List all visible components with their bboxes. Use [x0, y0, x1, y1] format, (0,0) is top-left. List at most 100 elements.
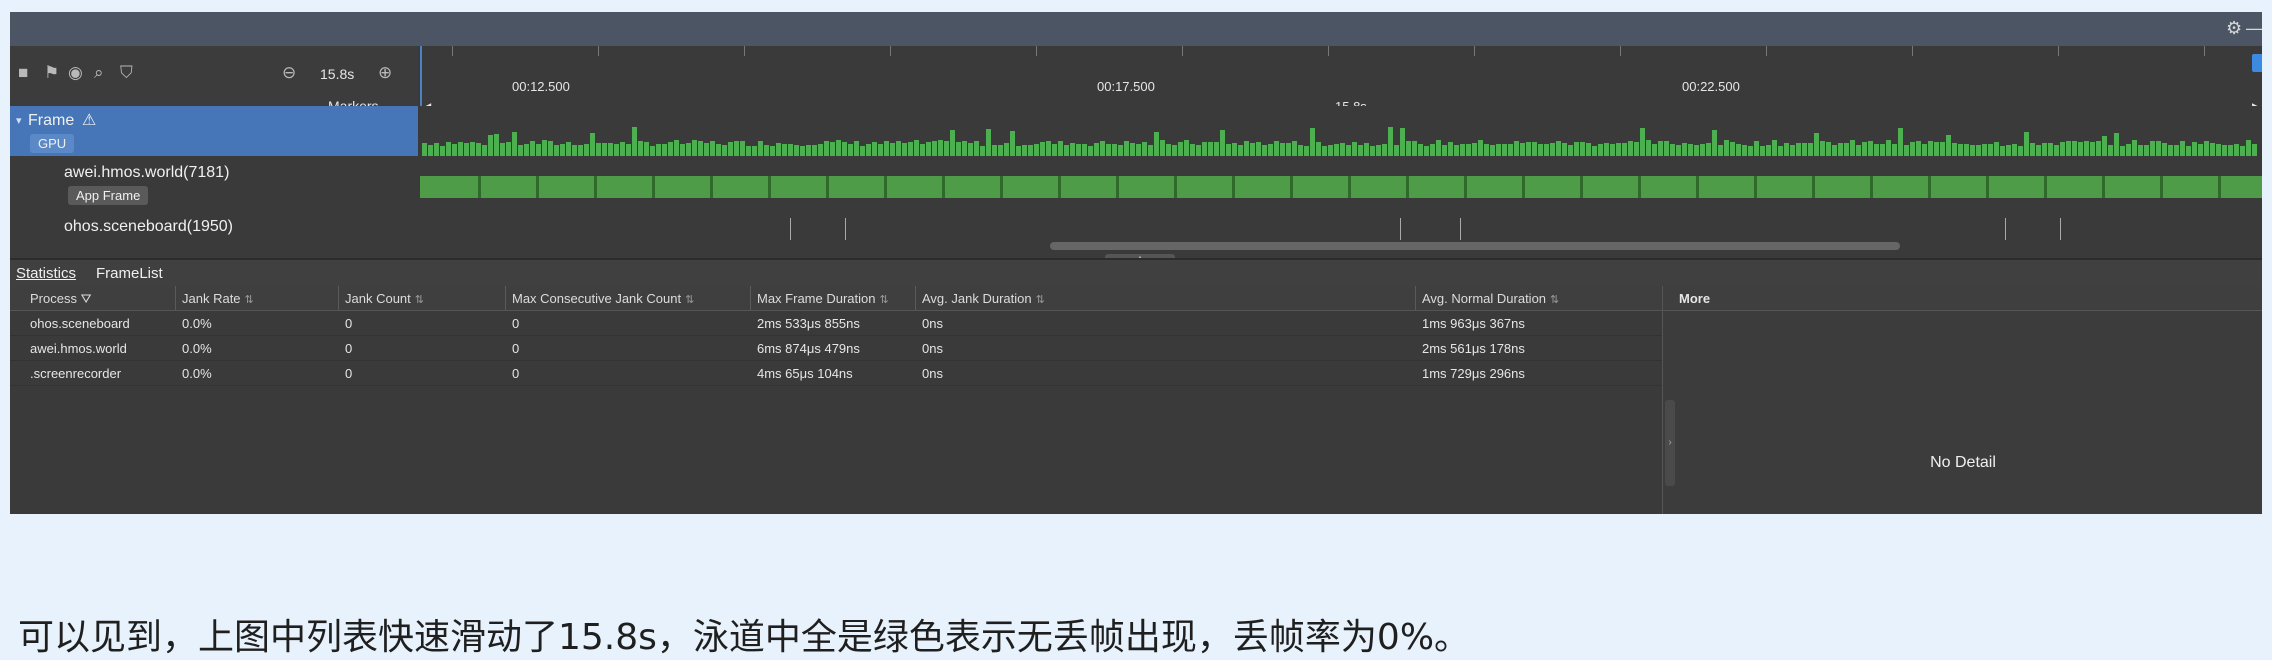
gpu-frame-bar[interactable]: [440, 146, 445, 156]
table-row[interactable]: ohos.sceneboard 0.0% 0 0 2ms 533μs 855ns…: [10, 310, 1662, 336]
gpu-frame-bar[interactable]: [1370, 146, 1375, 156]
gpu-frame-bar[interactable]: [1508, 144, 1513, 156]
gpu-frame-bar[interactable]: [572, 145, 577, 156]
gpu-frame-bar[interactable]: [1466, 144, 1471, 156]
gpu-frame-bar[interactable]: [740, 141, 745, 156]
gpu-frame-bar[interactable]: [530, 141, 535, 156]
col-process[interactable]: Process ⛛: [30, 291, 92, 307]
gpu-frame-bar[interactable]: [1634, 142, 1639, 156]
gpu-frame-bar[interactable]: [1700, 144, 1705, 156]
gpu-frame-bar[interactable]: [2066, 141, 2071, 156]
gpu-frame-bar[interactable]: [1574, 142, 1579, 156]
gpu-frame-bar[interactable]: [2078, 142, 2083, 156]
gpu-frame-bar[interactable]: [2174, 145, 2179, 156]
gpu-frame-bar[interactable]: [1484, 144, 1489, 156]
gpu-frame-bar[interactable]: [2222, 145, 2227, 156]
col-avg-normal-duration[interactable]: Avg. Normal Duration ⇅: [1422, 291, 1559, 306]
gpu-frame-bar[interactable]: [2006, 145, 2011, 156]
gpu-frame-bar[interactable]: [1220, 130, 1225, 156]
gpu-frame-bar[interactable]: [2210, 143, 2215, 156]
gpu-frame-bar[interactable]: [2096, 141, 2101, 156]
gpu-frame-bar[interactable]: [1244, 141, 1249, 156]
gpu-frame-bar[interactable]: [1058, 141, 1063, 156]
gpu-frame-bar[interactable]: [1868, 141, 1873, 156]
gpu-frame-bar[interactable]: [2162, 143, 2167, 156]
gpu-frame-bar[interactable]: [722, 145, 727, 156]
gpu-frame-bar[interactable]: [1856, 145, 1861, 156]
gpu-frame-bar[interactable]: [1208, 142, 1213, 156]
gpu-frame-bar[interactable]: [2156, 141, 2161, 156]
gpu-frame-bar[interactable]: [1778, 146, 1783, 156]
gpu-frame-bar[interactable]: [1994, 142, 1999, 156]
gpu-frame-bar[interactable]: [734, 141, 739, 156]
gpu-frame-bar[interactable]: [1598, 144, 1603, 156]
gpu-frame-bar[interactable]: [638, 141, 643, 156]
gpu-frame-bar[interactable]: [1640, 128, 1645, 156]
search-icon[interactable]: ⌕: [94, 63, 104, 83]
gpu-frame-bar[interactable]: [1730, 142, 1735, 156]
gpu-frame-bar[interactable]: [1286, 143, 1291, 156]
gpu-frame-bar[interactable]: [1406, 141, 1411, 156]
settings-icon[interactable]: ⚙: [2226, 18, 2242, 39]
gpu-frame-bar[interactable]: [494, 134, 499, 156]
gpu-frame-bar[interactable]: [1940, 142, 1945, 156]
gpu-frame-bar[interactable]: [2108, 145, 2113, 156]
gpu-frame-bar[interactable]: [1250, 143, 1255, 156]
gpu-frame-bar[interactable]: [1346, 145, 1351, 156]
gpu-frame-bar[interactable]: [2012, 144, 2017, 156]
gpu-frame-bar[interactable]: [1586, 143, 1591, 156]
gpu-frame-bar[interactable]: [1784, 143, 1789, 156]
gpu-frame-bar[interactable]: [500, 143, 505, 156]
gpu-frame-bar[interactable]: [1304, 146, 1309, 156]
tab-statistics[interactable]: Statistics: [16, 265, 76, 282]
gpu-frame-bar[interactable]: [1718, 145, 1723, 156]
gpu-frame-bar[interactable]: [1112, 144, 1117, 156]
gpu-frame-bar[interactable]: [644, 142, 649, 156]
gpu-frame-bar[interactable]: [1490, 145, 1495, 156]
gpu-frame-bar[interactable]: [2054, 145, 2059, 156]
gpu-frame-bar[interactable]: [650, 146, 655, 156]
gpu-frame-bar[interactable]: [1136, 144, 1141, 156]
gpu-frame-bar[interactable]: [1520, 143, 1525, 156]
app-lane-header[interactable]: awei.hmos.world(7181) App Frame: [10, 156, 418, 206]
gpu-frame-bar[interactable]: [602, 143, 607, 156]
gpu-frame-bar[interactable]: [1748, 146, 1753, 156]
gpu-frame-bar[interactable]: [1166, 144, 1171, 156]
gpu-frame-bar[interactable]: [908, 142, 913, 156]
gpu-frame-bar[interactable]: [2030, 143, 2035, 156]
table-row[interactable]: .screenrecorder 0.0% 0 0 4ms 65μs 104ns …: [10, 360, 1662, 386]
gpu-frame-bar[interactable]: [1568, 145, 1573, 156]
gpu-frame-bar[interactable]: [1424, 146, 1429, 156]
gpu-frame-bar[interactable]: [1736, 144, 1741, 156]
gpu-frame-bar[interactable]: [674, 140, 679, 156]
gpu-frame-bar[interactable]: [764, 145, 769, 156]
frame-lane-header[interactable]: ▾ Frame ⚠ GPU: [10, 106, 418, 156]
gpu-frame-bar[interactable]: [728, 142, 733, 156]
gpu-frame-bar[interactable]: [932, 141, 937, 156]
gpu-frame-bar[interactable]: [1292, 141, 1297, 156]
gpu-frame-bar[interactable]: [1262, 145, 1267, 156]
gpu-frame-bar[interactable]: [548, 141, 553, 156]
gpu-frame-bar[interactable]: [2204, 141, 2209, 156]
sceneboard-lane-header[interactable]: ohos.sceneboard(1950): [10, 206, 418, 246]
gpu-frame-bar[interactable]: [824, 141, 829, 156]
gpu-frame-bar[interactable]: [1124, 141, 1129, 156]
gpu-frame-bar[interactable]: [422, 143, 427, 156]
gpu-frame-bar[interactable]: [1472, 143, 1477, 156]
gpu-frame-bar[interactable]: [1502, 144, 1507, 156]
gpu-frame-bar[interactable]: [1790, 145, 1795, 156]
end-marker-icon[interactable]: [2252, 54, 2262, 72]
target-icon[interactable]: ◉: [68, 63, 83, 83]
gpu-frame-bar[interactable]: [944, 141, 949, 156]
gpu-frame-bar[interactable]: [482, 145, 487, 156]
app-frame-chip[interactable]: App Frame: [68, 186, 149, 205]
gpu-frame-bar[interactable]: [812, 145, 817, 156]
gpu-frame-bar[interactable]: [884, 141, 889, 156]
gpu-frame-bar[interactable]: [1364, 143, 1369, 156]
gpu-frame-bar[interactable]: [1268, 144, 1273, 156]
gpu-frame-bar[interactable]: [1616, 143, 1621, 156]
gpu-frame-bar[interactable]: [1184, 140, 1189, 156]
sceneboard-frame-mark[interactable]: [1400, 218, 1401, 240]
flag-icon[interactable]: ⚑: [44, 63, 59, 83]
gpu-frame-bar[interactable]: [1550, 143, 1555, 156]
